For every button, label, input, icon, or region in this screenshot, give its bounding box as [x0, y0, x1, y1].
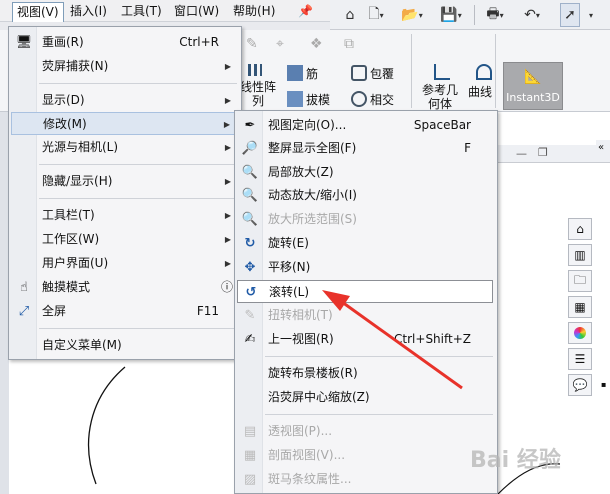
watermark: Bai 经验 — [470, 448, 561, 473]
annotation-arrow — [322, 290, 463, 390]
